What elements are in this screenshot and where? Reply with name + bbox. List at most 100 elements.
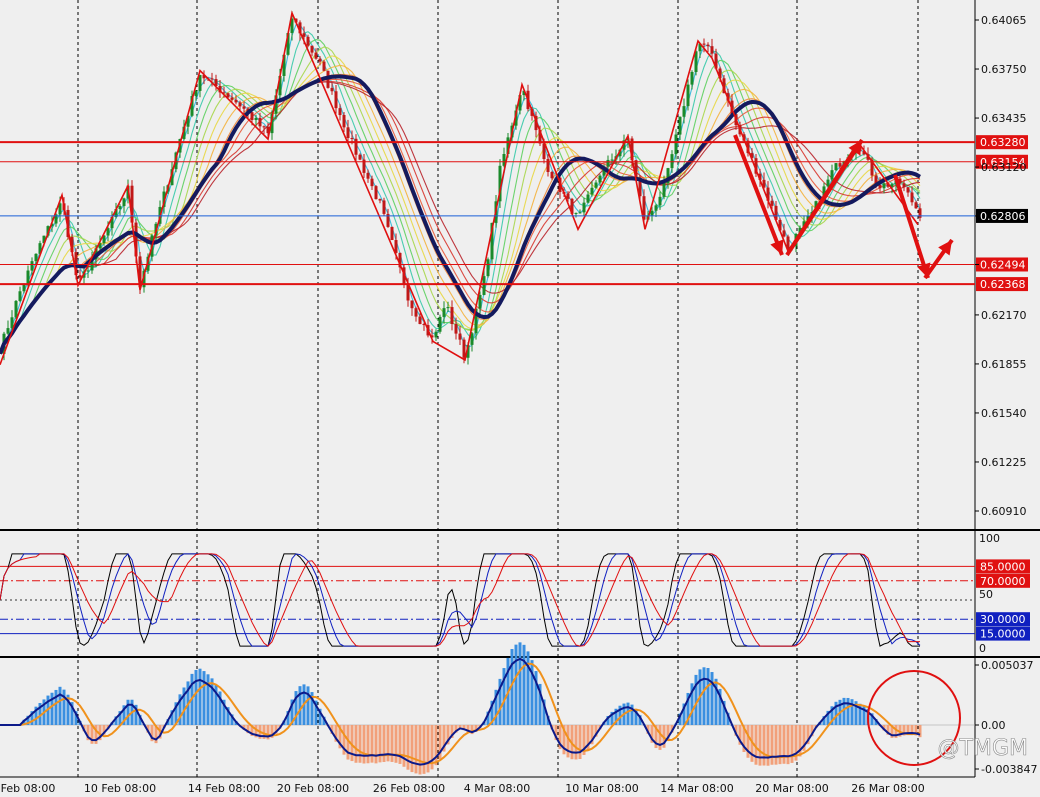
candle-body (830, 170, 834, 180)
candle-body (382, 200, 386, 214)
time-axis-label: 14 Feb 08:00 (188, 782, 260, 795)
candle-body (910, 192, 914, 203)
candle-body (606, 159, 610, 167)
price-tick-label: 0.63750 (981, 63, 1027, 76)
candle-body (578, 212, 582, 214)
candle-body (678, 116, 682, 135)
chart-canvas[interactable]: 0.632800.631540.624940.623680.628060.640… (0, 0, 1040, 797)
macd-histogram-bar (518, 642, 522, 725)
candle-body (26, 270, 30, 284)
macd-histogram-bar (410, 725, 414, 773)
candle-body (450, 307, 454, 324)
macd-histogram-bar (526, 651, 530, 725)
time-axis-label: 20 Feb 08:00 (277, 782, 349, 795)
candle-body (710, 46, 714, 54)
macd-histogram-bar (198, 668, 202, 725)
candle-body (690, 72, 694, 85)
candle-body (670, 154, 674, 169)
macd-histogram-bar (390, 725, 394, 762)
macd-tick-label: 0.005037 (981, 659, 1034, 672)
candle-body (782, 230, 786, 237)
macd-histogram-bar (126, 699, 130, 725)
macd-histogram-bar (374, 725, 378, 764)
macd-histogram-bar (514, 644, 518, 725)
macd-histogram-bar (210, 678, 214, 725)
price-level-label: 0.62494 (980, 258, 1026, 271)
candle-body (10, 317, 14, 329)
macd-histogram-bar (626, 702, 630, 725)
candle-body (314, 52, 318, 59)
macd-histogram-bar (418, 725, 422, 775)
macd-tick-label: 0.00 (981, 719, 1006, 732)
candle-body (702, 43, 706, 45)
candle-body (414, 308, 418, 317)
candle-body (574, 212, 578, 214)
candle-body (458, 333, 462, 340)
candle-body (442, 308, 446, 317)
candle-body (478, 294, 482, 309)
price-tick-label: 0.62170 (981, 309, 1027, 322)
macd-histogram-bar (422, 725, 426, 774)
oscillator-tick-label: 0 (979, 642, 986, 655)
candle-body (546, 159, 550, 172)
oscillator-tick-label: 100 (979, 532, 1000, 545)
candle-body (6, 328, 10, 334)
macd-histogram-bar (710, 672, 714, 725)
candle-body (582, 202, 586, 213)
candle-body (566, 193, 570, 199)
candle-body (410, 300, 414, 309)
time-axis-label: 10 Mar 08:00 (565, 782, 638, 795)
price-tick-label: 0.61225 (981, 456, 1027, 469)
oscillator-tick-label: 50 (979, 588, 993, 601)
candle-body (454, 323, 458, 334)
candle-body (338, 108, 342, 116)
price-tick-label: 0.63120 (981, 161, 1027, 174)
macd-histogram-bar (406, 725, 410, 770)
time-axis-label: 10 Feb 08:00 (84, 782, 156, 795)
candle-body (650, 210, 654, 216)
current-price-label: 0.62806 (980, 210, 1026, 223)
candle-body (902, 183, 906, 188)
macd-histogram-bar (358, 725, 362, 763)
candle-body (250, 112, 254, 120)
oscillator-level-label: 15.0000 (980, 628, 1026, 641)
candle-body (258, 117, 262, 127)
candle-body (482, 276, 486, 295)
candle-body (662, 183, 666, 197)
candle-body (358, 154, 362, 160)
macd-histogram-bar (782, 725, 786, 764)
macd-histogram-bar (774, 725, 778, 765)
candle-body (610, 159, 614, 161)
candle-body (834, 163, 838, 171)
candle-body (838, 163, 842, 167)
candle-body (366, 172, 370, 179)
macd-histogram-bar (58, 686, 62, 725)
macd-histogram-bar (362, 725, 366, 764)
macd-histogram-bar (578, 725, 582, 759)
macd-histogram-bar (702, 667, 706, 725)
price-tick-label: 0.61540 (981, 407, 1027, 420)
macd-histogram-bar (398, 725, 402, 764)
price-tick-label: 0.63435 (981, 112, 1027, 125)
macd-histogram-bar (846, 697, 850, 725)
macd-histogram-bar (394, 725, 398, 763)
macd-histogram-bar (786, 725, 790, 765)
macd-histogram-bar (298, 686, 302, 725)
time-axis-label: 26 Feb 08:00 (373, 782, 445, 795)
candle-body (230, 97, 234, 100)
macd-histogram-bar (62, 689, 66, 725)
candle-body (586, 194, 590, 203)
candle-body (674, 134, 678, 155)
time-axis-label: 14 Mar 08:00 (660, 782, 733, 795)
macd-histogram-bar (366, 725, 370, 764)
macd-histogram-bar (354, 725, 358, 763)
candle-body (346, 127, 350, 139)
macd-histogram-bar (758, 725, 762, 766)
candle-body (434, 331, 438, 338)
candle-body (654, 205, 658, 211)
candle-body (906, 187, 910, 193)
macd-histogram-bar (766, 725, 770, 766)
candle-body (378, 199, 382, 201)
candle-body (826, 179, 830, 187)
price-level-label: 0.62368 (980, 278, 1026, 291)
